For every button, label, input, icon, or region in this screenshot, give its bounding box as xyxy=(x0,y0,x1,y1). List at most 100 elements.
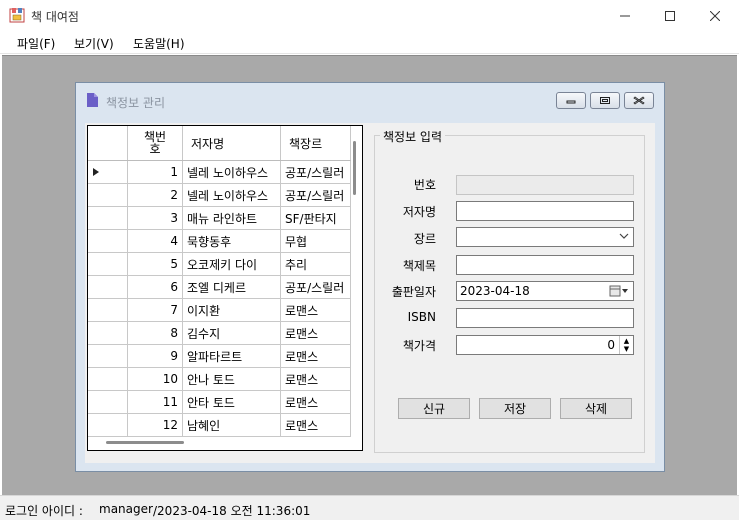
row-header[interactable] xyxy=(88,207,128,229)
calendar-icon[interactable] xyxy=(609,285,629,297)
title-field[interactable] xyxy=(456,255,634,275)
cell-author[interactable]: 넬레 노이하우스 xyxy=(183,161,281,183)
child-minimize-button[interactable] xyxy=(556,92,586,109)
child-close-button[interactable] xyxy=(624,92,654,109)
row-header[interactable] xyxy=(88,299,128,321)
author-field[interactable] xyxy=(456,201,634,221)
cell-text: 2 xyxy=(170,188,178,202)
calendar-dropdown-icon xyxy=(609,285,628,297)
child-restore-button[interactable] xyxy=(590,92,620,109)
table-row[interactable]: 2 넬레 노이하우스 공포/스릴러 xyxy=(88,184,351,207)
row-header[interactable] xyxy=(88,161,128,183)
cell-genre[interactable]: 추리 xyxy=(281,253,351,275)
delete-button[interactable]: 삭제 xyxy=(560,398,632,419)
cell-author[interactable]: 묵향동후 xyxy=(183,230,281,252)
menu-file[interactable]: 파일(F) xyxy=(17,35,55,52)
header-genre[interactable]: 책장르 xyxy=(281,126,351,160)
table-row[interactable]: 10 안나 토드 로맨스 xyxy=(88,368,351,391)
row-header[interactable] xyxy=(88,368,128,390)
title-bar: 책 대여점 xyxy=(0,0,739,31)
row-header[interactable] xyxy=(88,253,128,275)
cell-book-number[interactable]: 4 xyxy=(128,230,183,252)
table-row[interactable]: 8 김수지 로맨스 xyxy=(88,322,351,345)
isbn-field[interactable] xyxy=(456,308,634,328)
table-row[interactable]: 12 남혜인 로맨스 xyxy=(88,414,351,437)
cell-author[interactable]: 안타 토드 xyxy=(183,391,281,413)
cell-book-number[interactable]: 10 xyxy=(128,368,183,390)
table-row[interactable]: 3 매뉴 라인하트 SF/판타지 xyxy=(88,207,351,230)
cell-author[interactable]: 이지환 xyxy=(183,299,281,321)
minimize-button[interactable] xyxy=(602,0,648,31)
cell-author[interactable]: 알파타르트 xyxy=(183,345,281,367)
cell-author[interactable]: 김수지 xyxy=(183,322,281,344)
row-header[interactable] xyxy=(88,230,128,252)
label-price: 책가격 xyxy=(402,339,436,353)
cell-author[interactable]: 매뉴 라인하트 xyxy=(183,207,281,229)
cell-genre[interactable]: 공포/스릴러 xyxy=(281,184,351,206)
table-row[interactable]: 4 묵향동후 무협 xyxy=(88,230,351,253)
cell-author[interactable]: 남혜인 xyxy=(183,414,281,436)
maximize-button[interactable] xyxy=(647,0,693,31)
cell-author[interactable]: 오코제키 다이 xyxy=(183,253,281,275)
row-header[interactable] xyxy=(88,345,128,367)
cell-text: 조엘 디케르 xyxy=(187,280,247,295)
table-row[interactable]: 11 안타 토드 로맨스 xyxy=(88,391,351,414)
cell-author[interactable]: 조엘 디케르 xyxy=(183,276,281,298)
book-grid[interactable]: 책번 호 저자명 책장르 1 넬레 노이하우스 공포/스릴러 2 넬레 노이하우스 공포/… xyxy=(87,125,363,451)
cell-author[interactable]: 안나 토드 xyxy=(183,368,281,390)
row-header[interactable] xyxy=(88,184,128,206)
cell-book-number[interactable]: 3 xyxy=(128,207,183,229)
menu-view[interactable]: 보기(V) xyxy=(74,35,114,52)
cell-genre[interactable]: 무협 xyxy=(281,230,351,252)
table-row[interactable]: 9 알파타르트 로맨스 xyxy=(88,345,351,368)
table-row[interactable]: 5 오코제키 다이 추리 xyxy=(88,253,351,276)
cell-text: 알파타르트 xyxy=(187,349,243,364)
arrow-up-icon[interactable]: ▲ xyxy=(624,337,629,345)
cell-genre[interactable]: 로맨스 xyxy=(281,299,351,321)
cell-book-number[interactable]: 1 xyxy=(128,161,183,183)
cell-book-number[interactable]: 2 xyxy=(128,184,183,206)
save-button[interactable]: 저장 xyxy=(479,398,551,419)
cell-genre[interactable]: 로맨스 xyxy=(281,414,351,436)
price-stepper[interactable]: 0 ▲ ▼ xyxy=(456,335,634,355)
cell-author[interactable]: 넬레 노이하우스 xyxy=(183,184,281,206)
cell-book-number[interactable]: 12 xyxy=(128,414,183,436)
cell-genre[interactable]: 공포/스릴러 xyxy=(281,276,351,298)
header-book-number-label: 책번 호 xyxy=(143,130,167,156)
cell-book-number[interactable]: 11 xyxy=(128,391,183,413)
close-button[interactable] xyxy=(692,0,738,31)
horizontal-scrollbar[interactable] xyxy=(106,441,184,444)
row-header[interactable] xyxy=(88,414,128,436)
header-genre-label: 책장르 xyxy=(289,136,323,151)
table-row[interactable]: 6 조엘 디케르 공포/스릴러 xyxy=(88,276,351,299)
row-header[interactable] xyxy=(88,276,128,298)
book-input-group: 책정보 입력 번호 저자명 장르 책제목 출판일자 2023-04-18 ISB… xyxy=(374,128,645,453)
row-header[interactable] xyxy=(88,322,128,344)
arrow-down-icon[interactable]: ▼ xyxy=(624,345,629,353)
maximize-icon xyxy=(665,10,675,21)
cell-genre[interactable]: 로맨스 xyxy=(281,391,351,413)
stepper-arrows[interactable]: ▲ ▼ xyxy=(619,336,633,354)
cell-book-number[interactable]: 7 xyxy=(128,299,183,321)
cell-text: SF/판타지 xyxy=(285,211,337,226)
cell-book-number[interactable]: 9 xyxy=(128,345,183,367)
genre-select[interactable] xyxy=(456,227,634,247)
pubdate-picker[interactable]: 2023-04-18 xyxy=(456,281,634,301)
cell-text: 로맨스 xyxy=(285,349,319,364)
menu-help[interactable]: 도움말(H) xyxy=(133,35,185,52)
header-author[interactable]: 저자명 xyxy=(183,126,281,160)
cell-genre[interactable]: 로맨스 xyxy=(281,322,351,344)
cell-book-number[interactable]: 8 xyxy=(128,322,183,344)
header-book-number[interactable]: 책번 호 xyxy=(128,126,183,160)
row-header[interactable] xyxy=(88,391,128,413)
cell-book-number[interactable]: 5 xyxy=(128,253,183,275)
cell-genre[interactable]: 로맨스 xyxy=(281,368,351,390)
new-button[interactable]: 신규 xyxy=(398,398,470,419)
table-row[interactable]: 7 이지환 로맨스 xyxy=(88,299,351,322)
cell-genre[interactable]: SF/판타지 xyxy=(281,207,351,229)
cell-genre[interactable]: 공포/스릴러 xyxy=(281,161,351,183)
cell-genre[interactable]: 로맨스 xyxy=(281,345,351,367)
cell-book-number[interactable]: 6 xyxy=(128,276,183,298)
table-row[interactable]: 1 넬레 노이하우스 공포/스릴러 xyxy=(88,161,351,184)
vertical-scrollbar[interactable] xyxy=(353,141,356,195)
